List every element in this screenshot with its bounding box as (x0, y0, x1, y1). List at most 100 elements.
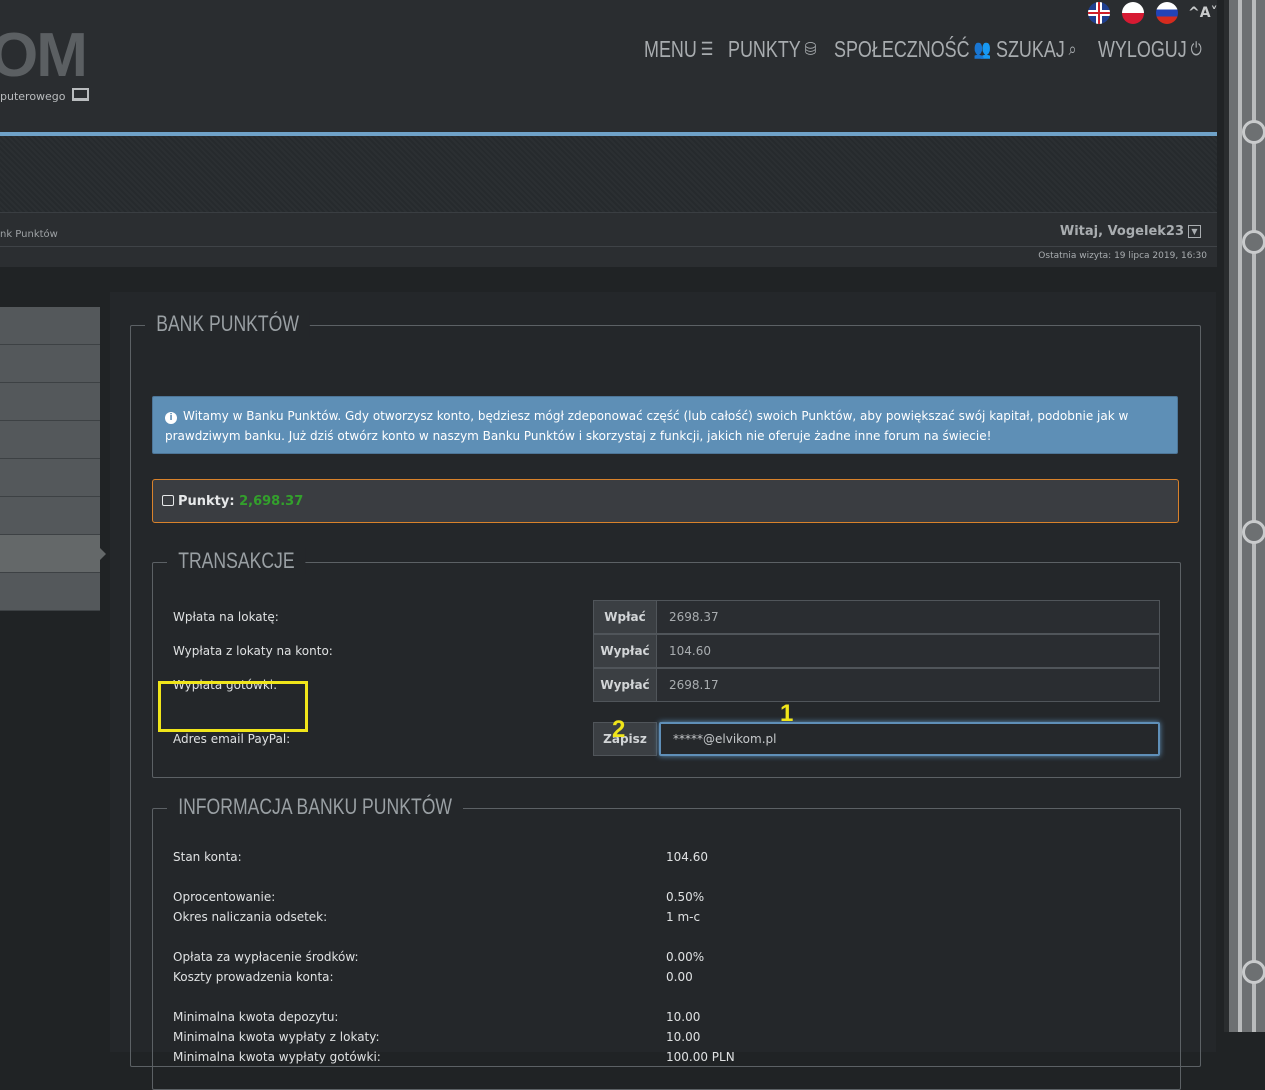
circuit-node (1242, 520, 1265, 544)
info-value: 10.00 (666, 1030, 701, 1044)
nav-search[interactable]: SZUKAJ ⌕ (996, 36, 1077, 63)
transactions-fieldset: TRANSAKCJE Wpłata na lokatę: Wpłać 2698.… (152, 548, 1181, 778)
divider (0, 246, 1217, 247)
info-value: 100.00 PLN (666, 1050, 735, 1064)
welcome-text: Witaj, Vogelek23 (1059, 224, 1184, 239)
annotation-highlight-box (158, 681, 308, 732)
bank-title: BANK PUNKTÓW (145, 311, 311, 337)
side-menu-item[interactable] (0, 345, 100, 383)
info-label: Minimalna kwota wypłaty z lokaty: (173, 1030, 380, 1044)
main-nav: MENU ☰ PUNKTY ⛁ SPOŁECZNOŚĆ 👥 SZUKAJ ⌕ W… (644, 36, 1202, 63)
nav-community-label: SPOŁECZNOŚĆ (834, 36, 970, 62)
info-label: Oprocentowanie: (173, 890, 276, 904)
info-value: 1 m-c (666, 910, 701, 924)
user-menu[interactable]: Witaj, Vogelek23 ▼ (1060, 224, 1201, 239)
poland-flag-icon[interactable] (1122, 2, 1144, 24)
circuit-rail (1238, 0, 1242, 1032)
points-value: 2,698.37 (239, 494, 304, 509)
points-label: Punkty: (178, 494, 235, 509)
uk-flag-icon[interactable] (1088, 2, 1110, 24)
laptop-icon (71, 88, 89, 101)
info-label: Koszty prowadzenia konta: (173, 970, 334, 984)
info-value: 0.00 (666, 970, 693, 984)
coins-icon: ⛁ (804, 39, 817, 59)
side-menu-item[interactable] (0, 573, 100, 611)
info-value: 0.50% (666, 890, 705, 904)
transactions-title: TRANSAKCJE (167, 548, 306, 574)
tagline-text: puterowego (0, 90, 66, 103)
cash-withdraw-input[interactable]: 2698.17 (657, 668, 1160, 702)
info-row: Minimalna kwota wypłaty z lokaty: 10.00 (173, 1030, 1073, 1044)
paypal-email-group: Zapisz *****@elvikom.pl (593, 722, 1160, 756)
side-menu (0, 307, 106, 611)
withdraw-to-account-label: Wypłata z lokaty na konto: (173, 644, 333, 658)
info-icon: i (165, 412, 177, 424)
last-visit: Ostatnia wizyta: 19 lipca 2019, 16:30 (1038, 251, 1207, 261)
withdraw-to-account-button[interactable]: Wypłać (593, 634, 657, 668)
side-menu-item-active[interactable] (0, 535, 106, 573)
info-row: Koszty prowadzenia konta: 0.00 (173, 970, 1073, 984)
side-menu-item[interactable] (0, 421, 100, 459)
info-row: Minimalna kwota wypłaty gotówki: 100.00 P… (173, 1050, 1073, 1064)
russia-flag-icon[interactable] (1156, 2, 1178, 24)
coins-icon (162, 495, 174, 506)
site-header: OM puterowego ^A˅ MENU ☰ PUNKTY ⛁ SPOŁEC… (0, 0, 1218, 133)
breadcrumb-bar: nk Punktów Witaj, Vogelek23 ▼ Ostatnia w… (0, 212, 1217, 267)
side-menu-item[interactable] (0, 307, 100, 345)
info-label: Stan konta: (173, 850, 242, 864)
info-label: Opłata za wypłacenie środków: (173, 950, 359, 964)
power-icon: ⏻ (1190, 39, 1202, 59)
info-alert: i Witamy w Banku Punktów. Gdy otworzysz k… (152, 396, 1178, 454)
info-text: Witamy w Banku Punktów. Gdy otworzysz ko… (165, 409, 1129, 443)
circuit-node (1242, 960, 1265, 984)
cash-withdraw-button[interactable]: Wypłać (593, 668, 657, 702)
withdraw-to-account-input[interactable]: 104.60 (657, 634, 1160, 668)
annotation-number-2: 2 (612, 716, 626, 743)
bank-info-fieldset: INFORMACJA BANKU PUNKTÓW Stan konta: 104.… (152, 794, 1181, 1090)
nav-logout-label: WYLOGUJ (1098, 36, 1187, 62)
deposit-input[interactable]: 2698.37 (657, 600, 1160, 634)
info-label: Minimalna kwota depozytu: (173, 1010, 339, 1024)
breadcrumb[interactable]: nk Punktów (0, 229, 58, 240)
side-menu-item[interactable] (0, 459, 100, 497)
info-value: 0.00% (666, 950, 705, 964)
withdraw-to-account-group: Wypłać 104.60 (593, 634, 1160, 668)
info-row: Opłata za wypłacenie środków: 0.00% (173, 950, 1073, 964)
side-decoration (1224, 0, 1265, 1032)
site-tagline: puterowego (0, 88, 89, 103)
deposit-label: Wpłata na lokatę: (173, 610, 279, 624)
side-divider (1224, 0, 1229, 1032)
side-menu-item[interactable] (0, 497, 100, 535)
info-label: Okres naliczania odsetek: (173, 910, 328, 924)
circuit-node (1242, 120, 1265, 144)
info-row: Stan konta: 104.60 (173, 850, 1073, 864)
nav-points-label: PUNKTY (728, 36, 801, 62)
points-box: Punkty: 2,698.37 (152, 479, 1179, 523)
paypal-email-label: Adres email PayPal: (173, 732, 291, 746)
nav-menu[interactable]: MENU ☰ (644, 36, 713, 63)
site-logo[interactable]: OM (0, 20, 88, 91)
chevron-down-icon: ▼ (1188, 225, 1201, 238)
annotation-number-1: 1 (780, 700, 794, 727)
language-switcher: ^A˅ (1088, 2, 1218, 24)
deposit-group: Wpłać 2698.37 (593, 600, 1160, 634)
hamburger-icon: ☰ (700, 39, 714, 59)
content-panel: BANK PUNKTÓW i Witamy w Banku Punktów. Gd… (110, 292, 1216, 1090)
info-row: Okres naliczania odsetek: 1 m-c (173, 910, 1073, 924)
font-size-toggle[interactable]: ^A˅ (1188, 5, 1218, 21)
deposit-button[interactable]: Wpłać (593, 600, 657, 634)
nav-community[interactable]: SPOŁECZNOŚĆ 👥 (834, 36, 991, 63)
info-row: Oprocentowanie: 0.50% (173, 890, 1073, 904)
nav-search-label: SZUKAJ (996, 36, 1065, 62)
paypal-email-input[interactable]: *****@elvikom.pl (659, 722, 1160, 756)
circuit-rail (1252, 0, 1256, 1032)
side-menu-item[interactable] (0, 383, 100, 421)
info-row: Minimalna kwota depozytu: 10.00 (173, 1010, 1073, 1024)
nav-points[interactable]: PUNKTY ⛁ (728, 36, 816, 63)
cash-withdraw-group: Wypłać 2698.17 (593, 668, 1160, 702)
banner (0, 136, 1217, 212)
bank-info-title: INFORMACJA BANKU PUNKTÓW (167, 794, 464, 820)
nav-logout[interactable]: WYLOGUJ ⏻ (1098, 36, 1202, 63)
circuit-node (1242, 230, 1265, 254)
info-value: 10.00 (666, 1010, 701, 1024)
